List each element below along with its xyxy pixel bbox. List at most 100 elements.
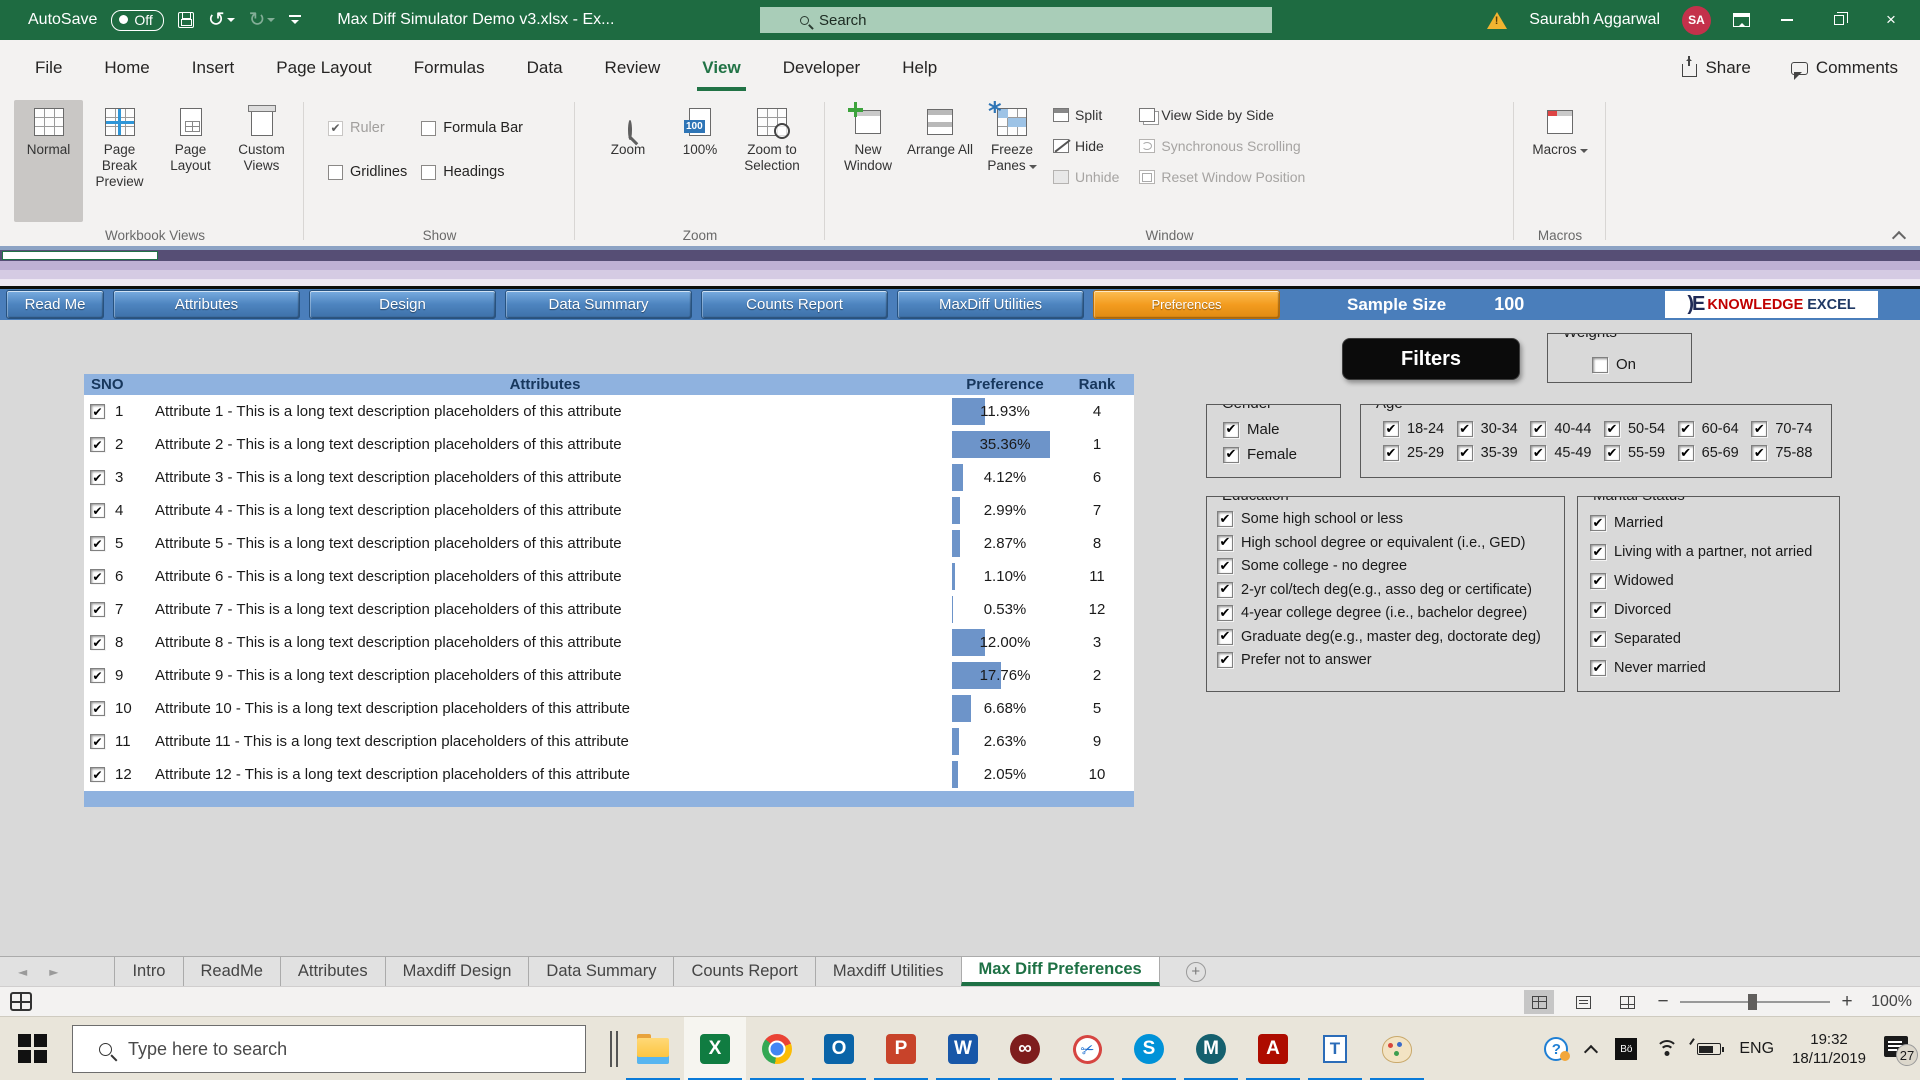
taskbar-file-explorer[interactable] — [622, 1017, 684, 1080]
ribbon-button-normal[interactable]: Normal — [14, 100, 83, 222]
show-checkbox-headings[interactable]: Headings — [421, 162, 523, 182]
checkbox[interactable]: ✔ — [1590, 573, 1606, 589]
save-icon[interactable] — [178, 12, 194, 28]
show-checkbox-ruler[interactable]: ✔Ruler — [328, 118, 407, 138]
tab-review[interactable]: Review — [584, 40, 682, 96]
nav-button-maxdiff-utilities[interactable]: MaxDiff Utilities — [897, 290, 1084, 319]
row-checkbox[interactable]: ✔ — [90, 536, 105, 551]
taskbar-outlook[interactable]: O — [808, 1017, 870, 1080]
avatar[interactable]: SA — [1682, 6, 1711, 35]
checkbox[interactable]: ✔ — [1530, 445, 1546, 461]
taskbar-acrobat[interactable]: A — [1242, 1017, 1304, 1080]
tray-expand-icon[interactable] — [1586, 1044, 1597, 1055]
tab-home[interactable]: Home — [83, 40, 170, 96]
tab-formulas[interactable]: Formulas — [393, 40, 506, 96]
tab-help[interactable]: Help — [881, 40, 958, 96]
checkbox[interactable] — [421, 121, 436, 136]
customize-quick-access-icon[interactable] — [289, 15, 301, 25]
status-left-icon[interactable] — [10, 992, 32, 1011]
zoom-in-button[interactable]: + — [1840, 991, 1854, 1013]
redo-button[interactable]: ↻ — [249, 9, 276, 31]
checkbox[interactable]: ✔ — [1751, 421, 1767, 437]
restore-button[interactable] — [1824, 10, 1854, 30]
checkbox[interactable]: ✔ — [1217, 582, 1233, 598]
row-checkbox[interactable]: ✔ — [90, 404, 105, 419]
ribbon-button-freeze-panes[interactable]: Freeze Panes — [977, 100, 1047, 222]
tab-file[interactable]: File — [14, 40, 83, 96]
taskbar-textpad[interactable]: T — [1304, 1017, 1366, 1080]
sheet-tab-maxdiff-utilities[interactable]: Maxdiff Utilities — [815, 957, 961, 986]
sheet-tab-attributes[interactable]: Attributes — [280, 957, 385, 986]
marital-checkbox-divorced[interactable]: ✔Divorced — [1590, 602, 1839, 618]
checkbox[interactable]: ✔ — [1217, 558, 1233, 574]
zoom-slider[interactable] — [1680, 1001, 1830, 1004]
marital-checkbox-separated[interactable]: ✔Separated — [1590, 631, 1839, 647]
row-checkbox[interactable]: ✔ — [90, 602, 105, 617]
checkbox[interactable]: ✔ — [1590, 602, 1606, 618]
language-indicator[interactable]: ENG — [1739, 1040, 1774, 1058]
ribbon-button-page-layout[interactable]: Page Layout — [156, 100, 225, 222]
ribbon-button-100[interactable]: 100100% — [665, 100, 735, 222]
education-checkbox-4-year-college-degree-i-e-bachelor-degree[interactable]: ✔4-year college degree (i.e., bachelor d… — [1217, 605, 1564, 621]
warning-icon[interactable] — [1487, 12, 1507, 29]
age-checkbox-60-64[interactable]: ✔60-64 — [1678, 421, 1752, 437]
education-checkbox-2-yr-col-tech-deg-e-g-asso-deg-or-certificate[interactable]: ✔2-yr col/tech deg(e.g., asso deg or cer… — [1217, 582, 1564, 598]
action-center-icon[interactable]: 27 — [1884, 1036, 1914, 1062]
zoom-out-button[interactable]: − — [1656, 991, 1670, 1013]
row-checkbox[interactable]: ✔ — [90, 569, 105, 584]
checkbox[interactable]: ✔ — [1217, 605, 1233, 621]
taskbar-word[interactable]: W — [932, 1017, 994, 1080]
age-checkbox-30-34[interactable]: ✔30-34 — [1457, 421, 1531, 437]
undo-caret-icon[interactable] — [227, 18, 235, 26]
search-box[interactable]: Search — [760, 7, 1272, 33]
sheet-tab-counts-report[interactable]: Counts Report — [673, 957, 814, 986]
marital-checkbox-widowed[interactable]: ✔Widowed — [1590, 573, 1839, 589]
checkbox[interactable]: ✔ — [1383, 421, 1399, 437]
checkbox[interactable]: ✔ — [1751, 445, 1767, 461]
age-checkbox-50-54[interactable]: ✔50-54 — [1604, 421, 1678, 437]
checkbox[interactable]: ✔ — [1604, 421, 1620, 437]
taskbar-crown-teal-app[interactable]: M — [1180, 1017, 1242, 1080]
education-checkbox-graduate-deg-e-g-master-deg-doctorate-deg[interactable]: ✔Graduate deg(e.g., master deg, doctorat… — [1217, 629, 1564, 645]
sheet-tab-data-summary[interactable]: Data Summary — [528, 957, 673, 986]
ribbon-button-new-window[interactable]: New Window — [833, 100, 903, 222]
taskbar-chrome[interactable] — [746, 1017, 808, 1080]
taskbar-powerpoint[interactable]: P — [870, 1017, 932, 1080]
comments-button[interactable]: Comments — [1791, 58, 1898, 78]
sheet-tab-maxdiff-design[interactable]: Maxdiff Design — [385, 957, 529, 986]
sheet-tab-max-diff-preferences[interactable]: Max Diff Preferences — [961, 957, 1160, 986]
ribbon-button-macros[interactable]: Macros — [1525, 100, 1595, 222]
show-checkbox-formula-bar[interactable]: Formula Bar — [421, 118, 523, 138]
checkbox[interactable]: ✔ — [1457, 445, 1473, 461]
taskbar-skype[interactable]: S — [1118, 1017, 1180, 1080]
user-name[interactable]: Saurabh Aggarwal — [1529, 11, 1660, 29]
marital-checkbox-married[interactable]: ✔Married — [1590, 515, 1839, 531]
checkbox[interactable]: ✔ — [1217, 511, 1233, 527]
taskbar-snipping-tool[interactable]: ✂ — [1056, 1017, 1118, 1080]
ribbon-button-zoom-to-selection[interactable]: Zoom to Selection — [737, 100, 807, 222]
help-tray-icon[interactable]: ? — [1544, 1037, 1568, 1061]
sheet-scroll-left-icon[interactable]: ◄ — [18, 965, 27, 979]
marital-checkbox-living-with-a-partner-not-arried[interactable]: ✔Living with a partner, not arried — [1590, 544, 1839, 560]
checkbox[interactable]: ✔ — [1457, 421, 1473, 437]
checkbox[interactable]: ✔ — [1678, 445, 1694, 461]
taskbar-paint[interactable] — [1366, 1017, 1428, 1080]
ribbon-button-custom-views[interactable]: Custom Views — [227, 100, 296, 222]
checkbox[interactable]: ✔ — [1678, 421, 1694, 437]
age-checkbox-40-44[interactable]: ✔40-44 — [1530, 421, 1604, 437]
view-page-layout-button[interactable] — [1568, 990, 1598, 1014]
gender-checkbox-male[interactable]: ✔Male — [1223, 421, 1340, 438]
nav-button-attributes[interactable]: Attributes — [113, 290, 300, 319]
filters-button[interactable]: Filters — [1342, 338, 1520, 380]
show-checkbox-gridlines[interactable]: Gridlines — [328, 162, 407, 182]
row-checkbox[interactable]: ✔ — [90, 470, 105, 485]
sheet-scroll-right-icon[interactable]: ► — [49, 965, 58, 979]
checkbox[interactable] — [328, 165, 343, 180]
new-sheet-button[interactable]: + — [1186, 957, 1206, 986]
age-checkbox-70-74[interactable]: ✔70-74 — [1751, 421, 1825, 437]
education-checkbox-some-high-school-or-less[interactable]: ✔Some high school or less — [1217, 511, 1564, 527]
checkbox[interactable]: ✔ — [1530, 421, 1546, 437]
checkbox[interactable]: ✔ — [1590, 631, 1606, 647]
age-checkbox-65-69[interactable]: ✔65-69 — [1678, 445, 1752, 461]
ribbon-button-hide[interactable]: Hide — [1053, 135, 1119, 157]
